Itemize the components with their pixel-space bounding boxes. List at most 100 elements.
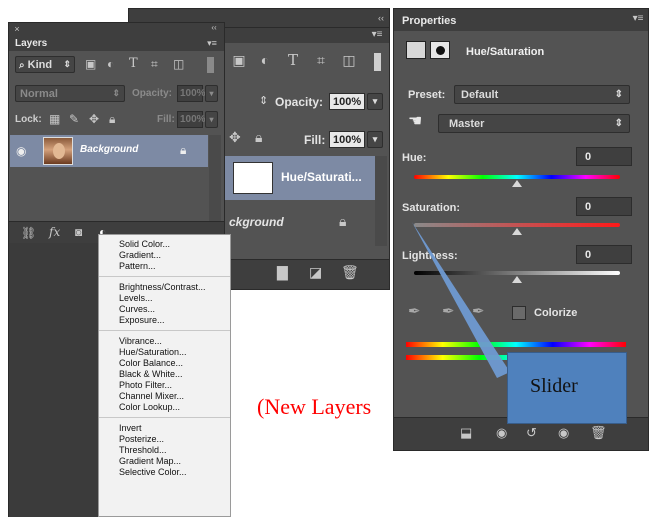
fill-field[interactable]: 100% [177, 111, 206, 128]
menu-item[interactable]: Gradient... [99, 250, 230, 261]
menu-item[interactable]: Color Balance... [99, 358, 230, 369]
properties-header: Hue/Saturation [394, 37, 648, 69]
view-previous-icon[interactable]: ◉ [496, 426, 507, 440]
layers-scrollbar[interactable] [375, 156, 387, 246]
fill-dropdown-button[interactable]: ▾ [367, 131, 383, 148]
adjustment-layer-menu: Solid Color... Gradient... Pattern... Brigh… [98, 234, 231, 517]
menu-item[interactable]: Curves... [99, 304, 230, 315]
eyedropper-icon[interactable]: ✒︎ [408, 304, 421, 319]
saturation-slider-thumb[interactable] [512, 228, 522, 235]
layer-filter-row: ⌕ Kind ⇕ ▣ ◐ T ⌗ ◫ [9, 53, 224, 77]
group-folder-icon[interactable]: ▇ [277, 265, 288, 279]
eyedropper-row: ✒︎ ✒︎ ✒︎ Colorize [394, 301, 648, 327]
lock-position-icon[interactable]: ✥ [89, 112, 99, 126]
menu-item[interactable]: Threshold... [99, 445, 230, 456]
menu-item[interactable]: Exposure... [99, 315, 230, 326]
lightness-slider-thumb[interactable] [512, 276, 522, 283]
channel-dropdown[interactable]: Master ⇕ [438, 114, 630, 133]
hue-value-field[interactable]: 0 [576, 147, 632, 166]
blend-mode-dropdown[interactable]: Normal ⇕ [15, 85, 125, 102]
opacity-field[interactable]: 100% [177, 85, 206, 102]
reset-icon[interactable]: ↺ [526, 426, 537, 440]
fill-field[interactable]: 100% [329, 131, 365, 148]
opacity-field[interactable]: 100% [329, 93, 365, 110]
layer-row-background[interactable]: ◉ Background 🔒︎ [10, 135, 208, 167]
menu-item[interactable]: Brightness/Contrast... [99, 282, 230, 293]
eyedropper-minus-icon[interactable]: ✒︎ [472, 304, 485, 319]
visibility-eye-icon[interactable]: ◉ [558, 426, 569, 440]
menu-item[interactable]: Hue/Saturation... [99, 347, 230, 358]
blend-opacity-row: Normal ⇕ Opacity: 100% ▾ [9, 83, 224, 105]
trash-icon[interactable]: 🗑︎ [341, 265, 359, 279]
new-layer-icon[interactable]: ◪ [309, 265, 322, 279]
tab-layers[interactable]: Layers [15, 38, 47, 49]
type-filter-icon[interactable]: T [285, 53, 301, 68]
slider-callout-box: Slider [507, 352, 627, 424]
link-layers-icon[interactable]: ⛓︎ [21, 226, 36, 240]
eye-visibility-icon[interactable]: ◉ [16, 144, 26, 158]
menu-item[interactable]: Photo Filter... [99, 380, 230, 391]
menu-item[interactable]: Gradient Map... [99, 456, 230, 467]
adjustment-properties-icon[interactable] [406, 41, 426, 59]
menu-item[interactable]: Solid Color... [99, 239, 230, 250]
lock-transparent-icon[interactable]: ▦ [49, 112, 60, 126]
layer-name: Hue/Saturati... [281, 170, 362, 184]
hue-slider-track[interactable] [414, 175, 620, 179]
menu-item[interactable]: Posterize... [99, 434, 230, 445]
layer-mask-icon[interactable]: ◙ [75, 225, 82, 239]
adjustment-filter-icon[interactable]: ◐ [257, 53, 273, 67]
opacity-dropdown-button[interactable]: ▾ [367, 93, 383, 110]
opacity-dropdown-button[interactable]: ▾ [205, 85, 218, 102]
menu-item[interactable]: Invert [99, 423, 230, 434]
eyedropper-plus-icon[interactable]: ✒︎ [442, 304, 455, 319]
lock-all-icon[interactable]: 🔒︎ [109, 112, 115, 126]
panel-menu-icon[interactable]: ▾≡ [630, 12, 646, 26]
collapse-icon[interactable]: ‹‹ [375, 11, 387, 25]
menu-item[interactable]: Pattern... [99, 261, 230, 272]
fill-dropdown-button[interactable]: ▾ [205, 111, 218, 128]
panel-menu-icon[interactable]: ▾≡ [204, 36, 220, 50]
shape-filter-icon[interactable]: ⌗ [151, 57, 158, 71]
filter-toggle[interactable] [374, 53, 381, 71]
chevron-updown-icon: ⇕ [112, 88, 120, 98]
lock-image-icon[interactable]: ✎ [69, 112, 79, 126]
smart-object-filter-icon[interactable]: ◫ [341, 53, 357, 67]
close-icon[interactable]: × [12, 22, 22, 36]
hue-slider-thumb[interactable] [512, 180, 522, 187]
saturation-value-field[interactable]: 0 [576, 197, 632, 216]
mask-properties-icon[interactable] [430, 41, 450, 59]
lightness-value-field[interactable]: 0 [576, 245, 632, 264]
clip-to-layer-icon[interactable]: ⬓ [460, 426, 472, 440]
lock-position-icon[interactable]: ✥ [229, 130, 241, 144]
menu-item[interactable]: Selective Color... [99, 467, 230, 478]
chevron-updown-icon: ⇕ [63, 59, 71, 69]
trash-icon[interactable]: 🗑︎ [590, 426, 607, 440]
panel-menu-icon[interactable]: ▾≡ [369, 28, 385, 42]
layers-scrollbar[interactable] [209, 135, 221, 221]
tab-properties[interactable]: Properties [402, 15, 456, 27]
menu-item[interactable]: Vibrance... [99, 336, 230, 347]
shape-filter-icon[interactable]: ⌗ [313, 53, 329, 67]
menu-item[interactable]: Black & White... [99, 369, 230, 380]
layer-style-fx-icon[interactable]: fx [49, 225, 60, 239]
colorize-checkbox[interactable] [512, 306, 526, 320]
search-icon: ⌕ [19, 60, 25, 71]
collapse-icon[interactable]: ‹‹ [207, 21, 221, 35]
targeted-adjustment-hand-icon[interactable]: ☚ [408, 114, 422, 130]
lightness-slider-track[interactable] [414, 271, 620, 275]
image-filter-icon[interactable]: ▣ [85, 57, 96, 71]
lock-all-icon[interactable]: 🔒︎ [255, 130, 262, 144]
menu-item[interactable]: Levels... [99, 293, 230, 304]
smart-object-filter-icon[interactable]: ◫ [173, 57, 184, 71]
kind-filter-dropdown[interactable]: ⌕ Kind ⇕ [15, 56, 75, 73]
adjustment-filter-icon[interactable]: ◐ [107, 57, 114, 71]
filter-toggle[interactable] [207, 57, 214, 73]
menu-item[interactable]: Color Lookup... [99, 402, 230, 413]
preset-dropdown[interactable]: Default ⇕ [454, 85, 630, 104]
image-filter-icon[interactable]: ▣ [231, 53, 247, 67]
saturation-slider-track[interactable] [414, 223, 620, 227]
type-filter-icon[interactable]: T [129, 57, 138, 71]
blend-mode-arrow-icon[interactable]: ⇕ [259, 94, 268, 107]
lock-fill-row: Lock: ▦ ✎ ✥ 🔒︎ Fill: 100% ▾ [9, 109, 224, 131]
menu-item[interactable]: Channel Mixer... [99, 391, 230, 402]
